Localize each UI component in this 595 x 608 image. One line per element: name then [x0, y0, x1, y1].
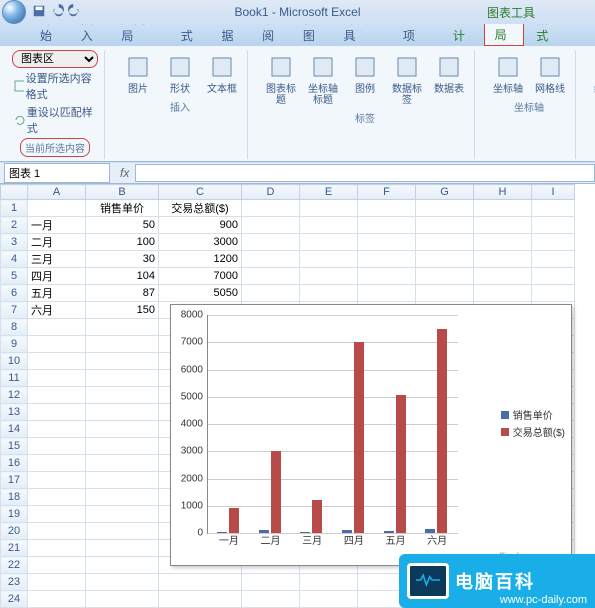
bar-三月-销售单价	[300, 532, 310, 533]
legend-item-1: 销售单价	[513, 407, 553, 422]
ribbon-形状[interactable]: 形状	[161, 50, 199, 97]
group-current-selection: 图表区 设置所选内容格式 重设以匹配样式 当前所选内容	[6, 50, 105, 159]
ribbon-文本框[interactable]: 文本框	[203, 50, 241, 97]
ribbon-网格线[interactable]: 网格线	[531, 50, 569, 97]
title-bar: Book1 - Microsoft Excel 图表工具	[0, 0, 595, 24]
group-label-labels: 标签	[355, 110, 375, 125]
name-box[interactable]: 图表 1	[4, 163, 110, 183]
brand-url: www.pc-daily.com	[500, 594, 587, 606]
context-tab-title: 图表工具	[487, 4, 535, 21]
formula-bar-row: 图表 1 fx	[0, 162, 595, 183]
formula-bar[interactable]	[135, 164, 595, 182]
format-selection-button[interactable]: 设置所选内容格式	[12, 70, 98, 102]
chart-element-dropdown[interactable]: 图表区	[12, 50, 98, 68]
brand-text: 电脑百科	[455, 568, 535, 594]
bar-三月-交易总额($)	[312, 500, 322, 533]
format-icon	[14, 80, 24, 92]
bar-六月-交易总额($)	[437, 329, 447, 533]
quick-access-toolbar	[32, 4, 82, 21]
ribbon-图表标题[interactable]: 图表标题	[262, 50, 300, 108]
ribbon-数据标签[interactable]: 数据标签	[388, 50, 426, 108]
bar-六月-销售单价	[425, 529, 435, 533]
ribbon-坐标轴标题[interactable]: 坐标轴标题	[304, 50, 342, 108]
reset-style-button[interactable]: 重设以匹配样式	[12, 104, 98, 136]
office-button[interactable]	[2, 0, 26, 24]
ribbon: 图表区 设置所选内容格式 重设以匹配样式 当前所选内容 图片形状文本框 插入 图…	[0, 46, 595, 162]
ribbon-数据表[interactable]: 数据表	[430, 50, 468, 97]
ribbon-坐标轴[interactable]: 坐标轴	[489, 50, 527, 97]
bar-二月-交易总额($)	[271, 451, 281, 533]
ribbon-tabs: 开始插入页面布局公式数据审阅视图开发工具加载项设计布局格式	[0, 24, 595, 46]
worksheet-area: ABCDEFGHI1销售单价交易总额($)2一月509003二月10030004…	[0, 183, 595, 608]
save-icon[interactable]	[32, 4, 46, 21]
group-axes: 坐标轴网格线 坐标轴	[483, 50, 576, 159]
ribbon-绘图区[interactable]: 绘图区	[590, 50, 595, 97]
group-label-insert: 插入	[170, 99, 190, 114]
bar-四月-交易总额($)	[354, 342, 364, 533]
group-label-selection: 当前所选内容	[20, 138, 90, 157]
bar-四月-销售单价	[342, 530, 352, 533]
window-title: Book1 - Microsoft Excel	[234, 5, 360, 19]
monitor-icon	[407, 563, 449, 599]
group-background: 绘图区图表背景	[584, 50, 595, 159]
bar-一月-交易总额($)	[229, 508, 239, 533]
site-brand-overlay: 电脑百科 www.pc-daily.com	[399, 554, 595, 608]
bar-五月-销售单价	[384, 531, 394, 533]
undo-icon[interactable]	[50, 4, 64, 21]
chart-legend: 销售单价 交易总额($)	[501, 405, 565, 441]
chart-y-axis: 010002000300040005000600070008000	[171, 315, 205, 533]
bar-五月-交易总额($)	[396, 395, 406, 533]
bar-二月-销售单价	[259, 530, 269, 533]
bar-一月-销售单价	[217, 532, 227, 533]
fx-icon[interactable]: fx	[120, 166, 129, 180]
group-labels: 图表标题坐标轴标题图例数据标签数据表 标签	[256, 50, 475, 159]
ribbon-图例[interactable]: 图例	[346, 50, 384, 97]
group-label-axes: 坐标轴	[514, 99, 544, 114]
reset-icon	[14, 114, 25, 126]
embedded-chart[interactable]: 010002000300040005000600070008000 一月二月三月…	[170, 304, 572, 566]
group-insert: 图片形状文本框 插入	[113, 50, 248, 159]
ribbon-图片[interactable]: 图片	[119, 50, 157, 97]
chart-plot-area: 一月二月三月四月五月六月	[207, 315, 458, 534]
legend-item-2: 交易总额($)	[513, 424, 565, 439]
redo-icon[interactable]	[68, 4, 82, 21]
